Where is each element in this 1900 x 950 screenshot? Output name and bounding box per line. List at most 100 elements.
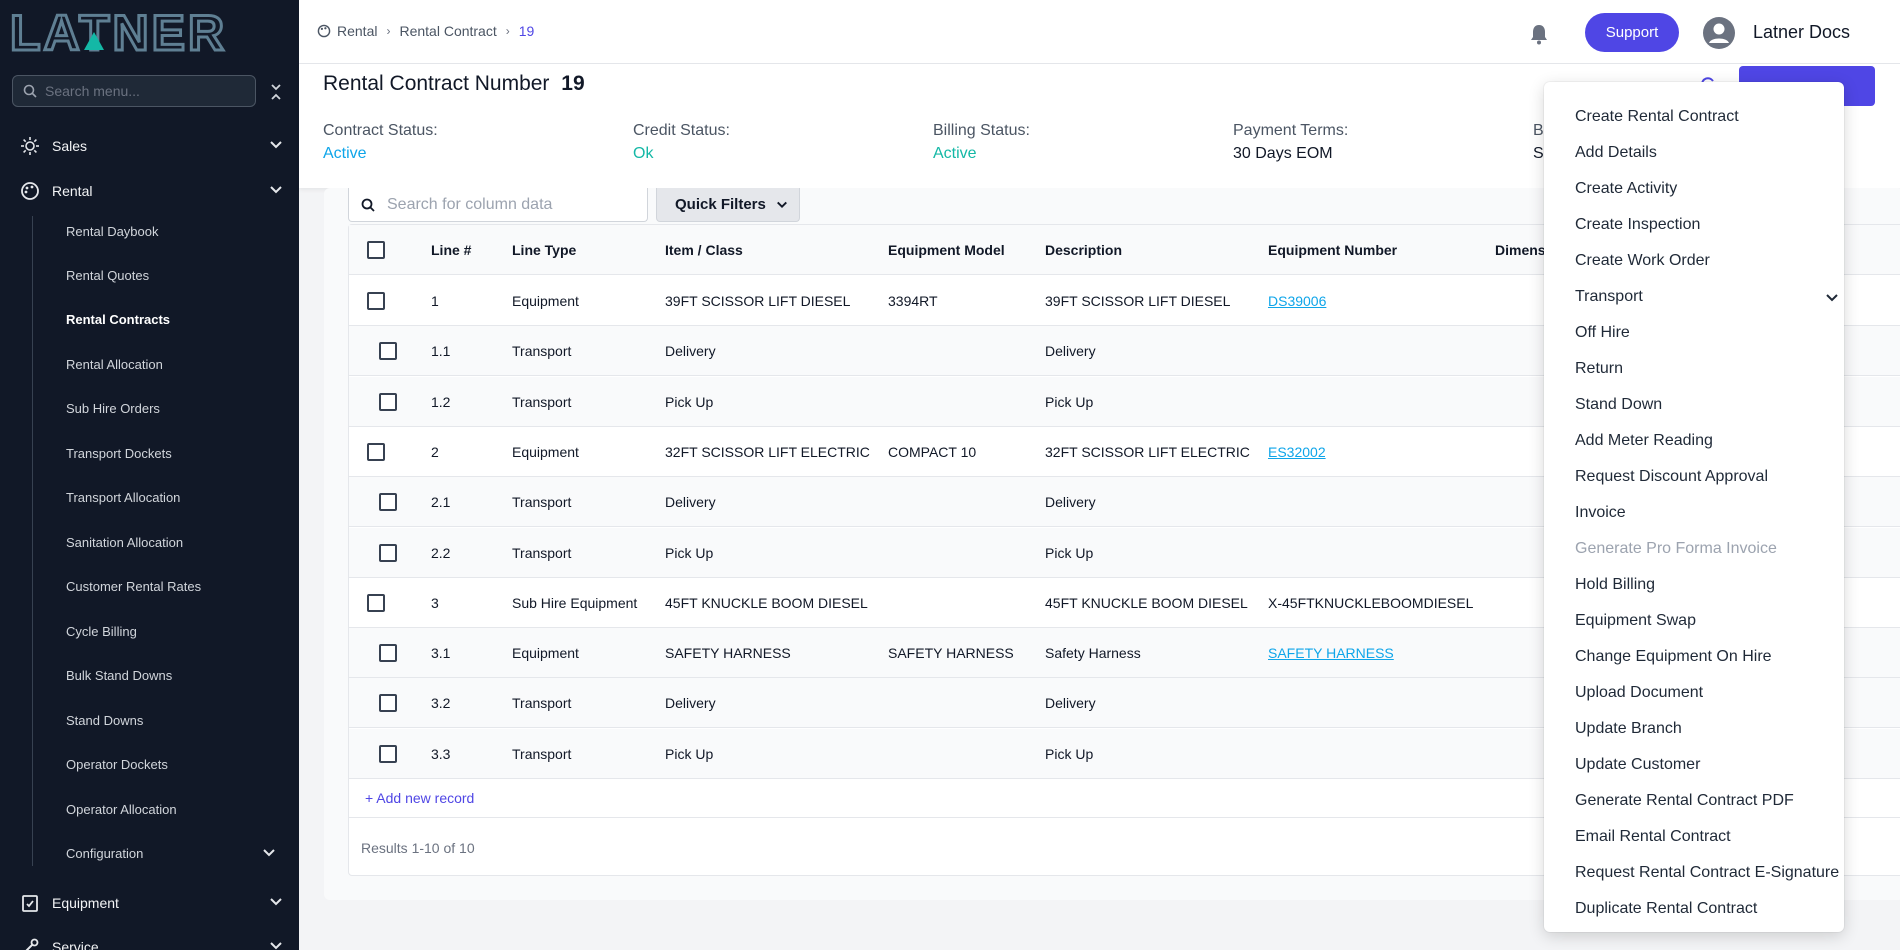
menu-item-hold-billing[interactable]: Hold Billing — [1575, 571, 1655, 599]
row-checkbox[interactable] — [379, 392, 397, 411]
user-name[interactable]: Latner Docs — [1753, 22, 1850, 43]
menu-item-label: Request Rental Contract E-Signature — [1575, 864, 1840, 881]
row-checkbox[interactable] — [367, 442, 385, 461]
menu-search[interactable] — [12, 75, 256, 107]
row-checkbox[interactable] — [367, 292, 385, 310]
menu-item-create-inspection[interactable]: Create Inspection — [1575, 211, 1700, 239]
results-count: Results 1-10 of 10 — [361, 840, 475, 856]
sidebar-item-stand-downs[interactable]: Stand Downs — [66, 705, 143, 735]
menu-item-label: Duplicate Rental Contract — [1575, 900, 1758, 917]
breadcrumb-rental[interactable]: Rental — [337, 23, 377, 39]
row-checkbox[interactable] — [367, 593, 385, 612]
item-class-cell: Pick Up — [665, 544, 714, 561]
column-header[interactable]: Dimens — [1495, 225, 1546, 275]
search-icon — [361, 198, 375, 212]
top-bar: Rental › Rental Contract › 19 Support La… — [299, 0, 1900, 64]
menu-item-transport[interactable]: Transport — [1575, 283, 1838, 311]
nav-group-sales[interactable]: Sales — [0, 128, 299, 164]
menu-item-generate-rental-contract-pdf[interactable]: Generate Rental Contract PDF — [1575, 787, 1794, 815]
menu-item-label: Transport — [1575, 288, 1643, 305]
menu-item-add-details[interactable]: Add Details — [1575, 139, 1657, 167]
sidebar-item-configuration[interactable]: Configuration — [66, 838, 275, 868]
menu-item-email-rental-contract[interactable]: Email Rental Contract — [1575, 823, 1731, 851]
row-checkbox[interactable] — [379, 644, 397, 663]
item-class-cell: Delivery — [665, 494, 716, 511]
menu-item-stand-down[interactable]: Stand Down — [1575, 391, 1662, 419]
sidebar-item-label: Cycle Billing — [66, 623, 137, 639]
sidebar-item-customer-rental-rates[interactable]: Customer Rental Rates — [66, 571, 201, 601]
breadcrumb-rental-contract[interactable]: Rental Contract — [399, 23, 496, 39]
status-label: Contract Status: — [323, 122, 438, 139]
menu-item-generate-pro-forma-invoice: Generate Pro Forma Invoice — [1575, 535, 1777, 563]
row-checkbox[interactable] — [379, 694, 397, 713]
sidebar-item-transport-allocation[interactable]: Transport Allocation — [66, 482, 180, 512]
sidebar-item-bulk-stand-downs[interactable]: Bulk Stand Downs — [66, 660, 172, 690]
menu-item-change-equipment-on-hire[interactable]: Change Equipment On Hire — [1575, 643, 1772, 671]
sidebar-item-operator-dockets[interactable]: Operator Dockets — [66, 749, 168, 779]
nav-group-equipment[interactable]: Equipment — [0, 885, 299, 921]
menu-item-label: Update Customer — [1575, 756, 1701, 773]
description-cell: 39FT SCISSOR LIFT DIESEL — [1045, 293, 1231, 309]
menu-item-add-meter-reading[interactable]: Add Meter Reading — [1575, 427, 1713, 455]
line-number-cell: 1.2 — [431, 393, 451, 410]
row-checkbox[interactable] — [379, 493, 397, 512]
bell-icon[interactable] — [1529, 23, 1549, 45]
quick-filters-button[interactable]: Quick Filters — [656, 188, 800, 222]
menu-item-create-activity[interactable]: Create Activity — [1575, 175, 1677, 203]
row-checkbox[interactable] — [379, 543, 397, 562]
menu-item-return[interactable]: Return — [1575, 355, 1623, 383]
sidebar-item-rental-quotes[interactable]: Rental Quotes — [66, 260, 149, 290]
equipment-number-link[interactable]: ES32002 — [1268, 444, 1326, 460]
equipment-number-link[interactable]: DS39006 — [1268, 293, 1326, 309]
sidebar-item-cycle-billing[interactable]: Cycle Billing — [66, 616, 137, 646]
nav-group-service[interactable]: Service — [0, 929, 299, 950]
row-checkbox[interactable] — [379, 342, 397, 361]
nav-group-label: Sales — [52, 138, 88, 154]
menu-item-label: Off Hire — [1575, 324, 1630, 341]
user-avatar-icon[interactable] — [1703, 17, 1735, 49]
column-header[interactable]: Line Type — [512, 225, 576, 275]
menu-item-update-customer[interactable]: Update Customer — [1575, 751, 1700, 779]
menu-item-duplicate-rental-contract[interactable]: Duplicate Rental Contract — [1575, 895, 1757, 923]
column-search-input[interactable] — [387, 195, 637, 214]
menu-item-equipment-swap[interactable]: Equipment Swap — [1575, 607, 1696, 635]
column-header[interactable]: Item / Class — [665, 225, 743, 275]
latner-logo[interactable]: LATNER — [10, 8, 280, 56]
sidebar-item-label: Transport Allocation — [66, 489, 181, 505]
column-header[interactable]: Line # — [431, 225, 471, 275]
menu-item-update-branch[interactable]: Update Branch — [1575, 715, 1682, 743]
row-checkbox[interactable] — [379, 744, 397, 763]
sidebar-item-transport-dockets[interactable]: Transport Dockets — [66, 438, 172, 468]
status-value: S — [1533, 145, 1544, 162]
collapse-sidebar-icon[interactable] — [268, 82, 284, 102]
sidebar-item-rental-contracts[interactable]: Rental Contracts — [66, 304, 170, 334]
column-header[interactable]: Description — [1045, 225, 1122, 275]
sidebar-item-rental-daybook[interactable]: Rental Daybook — [66, 216, 159, 246]
sidebar-item-label: Transport Dockets — [66, 445, 172, 461]
menu-item-upload-document[interactable]: Upload Document — [1575, 679, 1703, 707]
menu-item-create-work-order[interactable]: Create Work Order — [1575, 247, 1710, 275]
add-record-link[interactable]: + Add new record — [365, 790, 474, 806]
breadcrumb-current: 19 — [518, 23, 535, 39]
select-all-checkbox[interactable] — [367, 241, 385, 259]
nav-group-rental[interactable]: Rental — [0, 173, 299, 209]
line-number-cell: 2 — [431, 443, 439, 460]
menu-item-off-hire[interactable]: Off Hire — [1575, 319, 1630, 347]
equipment-number-cell: DS39006 — [1268, 276, 1326, 326]
column-header[interactable]: Equipment Number — [1268, 225, 1397, 275]
status-value: Active — [323, 145, 367, 162]
column-header[interactable]: Equipment Model — [888, 225, 1005, 275]
menu-search-input[interactable] — [45, 83, 235, 99]
sidebar-item-sub-hire-orders[interactable]: Sub Hire Orders — [66, 393, 160, 423]
equipment-number-link[interactable]: SAFETY HARNESS — [1268, 645, 1394, 661]
menu-item-request-rental-contract-e-signature[interactable]: Request Rental Contract E-Signature — [1575, 859, 1839, 887]
sidebar-item-operator-allocation[interactable]: Operator Allocation — [66, 794, 177, 824]
support-button[interactable]: Support — [1585, 13, 1679, 52]
sidebar-item-sanitation-allocation[interactable]: Sanitation Allocation — [66, 527, 183, 557]
menu-item-invoice[interactable]: Invoice — [1575, 499, 1626, 527]
sidebar-item-rental-allocation[interactable]: Rental Allocation — [66, 349, 163, 379]
menu-item-request-discount-approval[interactable]: Request Discount Approval — [1575, 463, 1768, 491]
column-search[interactable] — [348, 188, 648, 222]
item-class-cell: Pick Up — [665, 745, 714, 762]
menu-item-create-rental-contract[interactable]: Create Rental Contract — [1575, 103, 1739, 131]
